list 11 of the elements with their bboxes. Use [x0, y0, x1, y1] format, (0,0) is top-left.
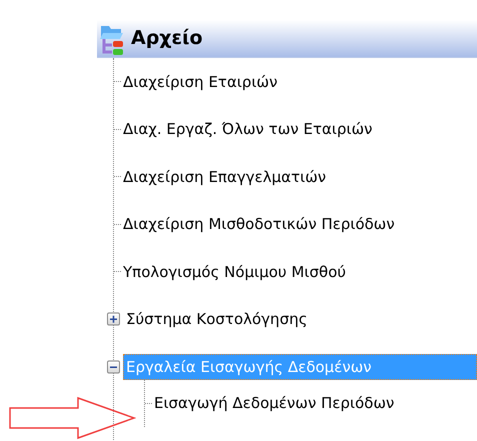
tree-title: Αρχείο [131, 26, 203, 52]
tree-item[interactable]: Σύστημα Κοστολόγησης [123, 308, 308, 330]
tree-item[interactable]: Εισαγωγή Δεδομένων Περιόδων [154, 392, 394, 414]
tree-item[interactable]: Υπολογισμός Νόμιμου Μισθού [123, 260, 346, 283]
tree-item[interactable]: Διαχείριση Επαγγελματιών [123, 166, 326, 188]
tree-item[interactable]: Διαχ. Εργαζ. Όλων των Εταιριών [123, 118, 372, 140]
collapse-icon[interactable] [107, 360, 120, 374]
tree-item[interactable]: Διαχείριση Μισθοδοτικών Περιόδων [123, 213, 395, 236]
expand-icon[interactable] [107, 312, 120, 326]
arrow-icon [8, 396, 136, 440]
tree-item[interactable]: Διαχείριση Εταιριών [123, 70, 278, 93]
